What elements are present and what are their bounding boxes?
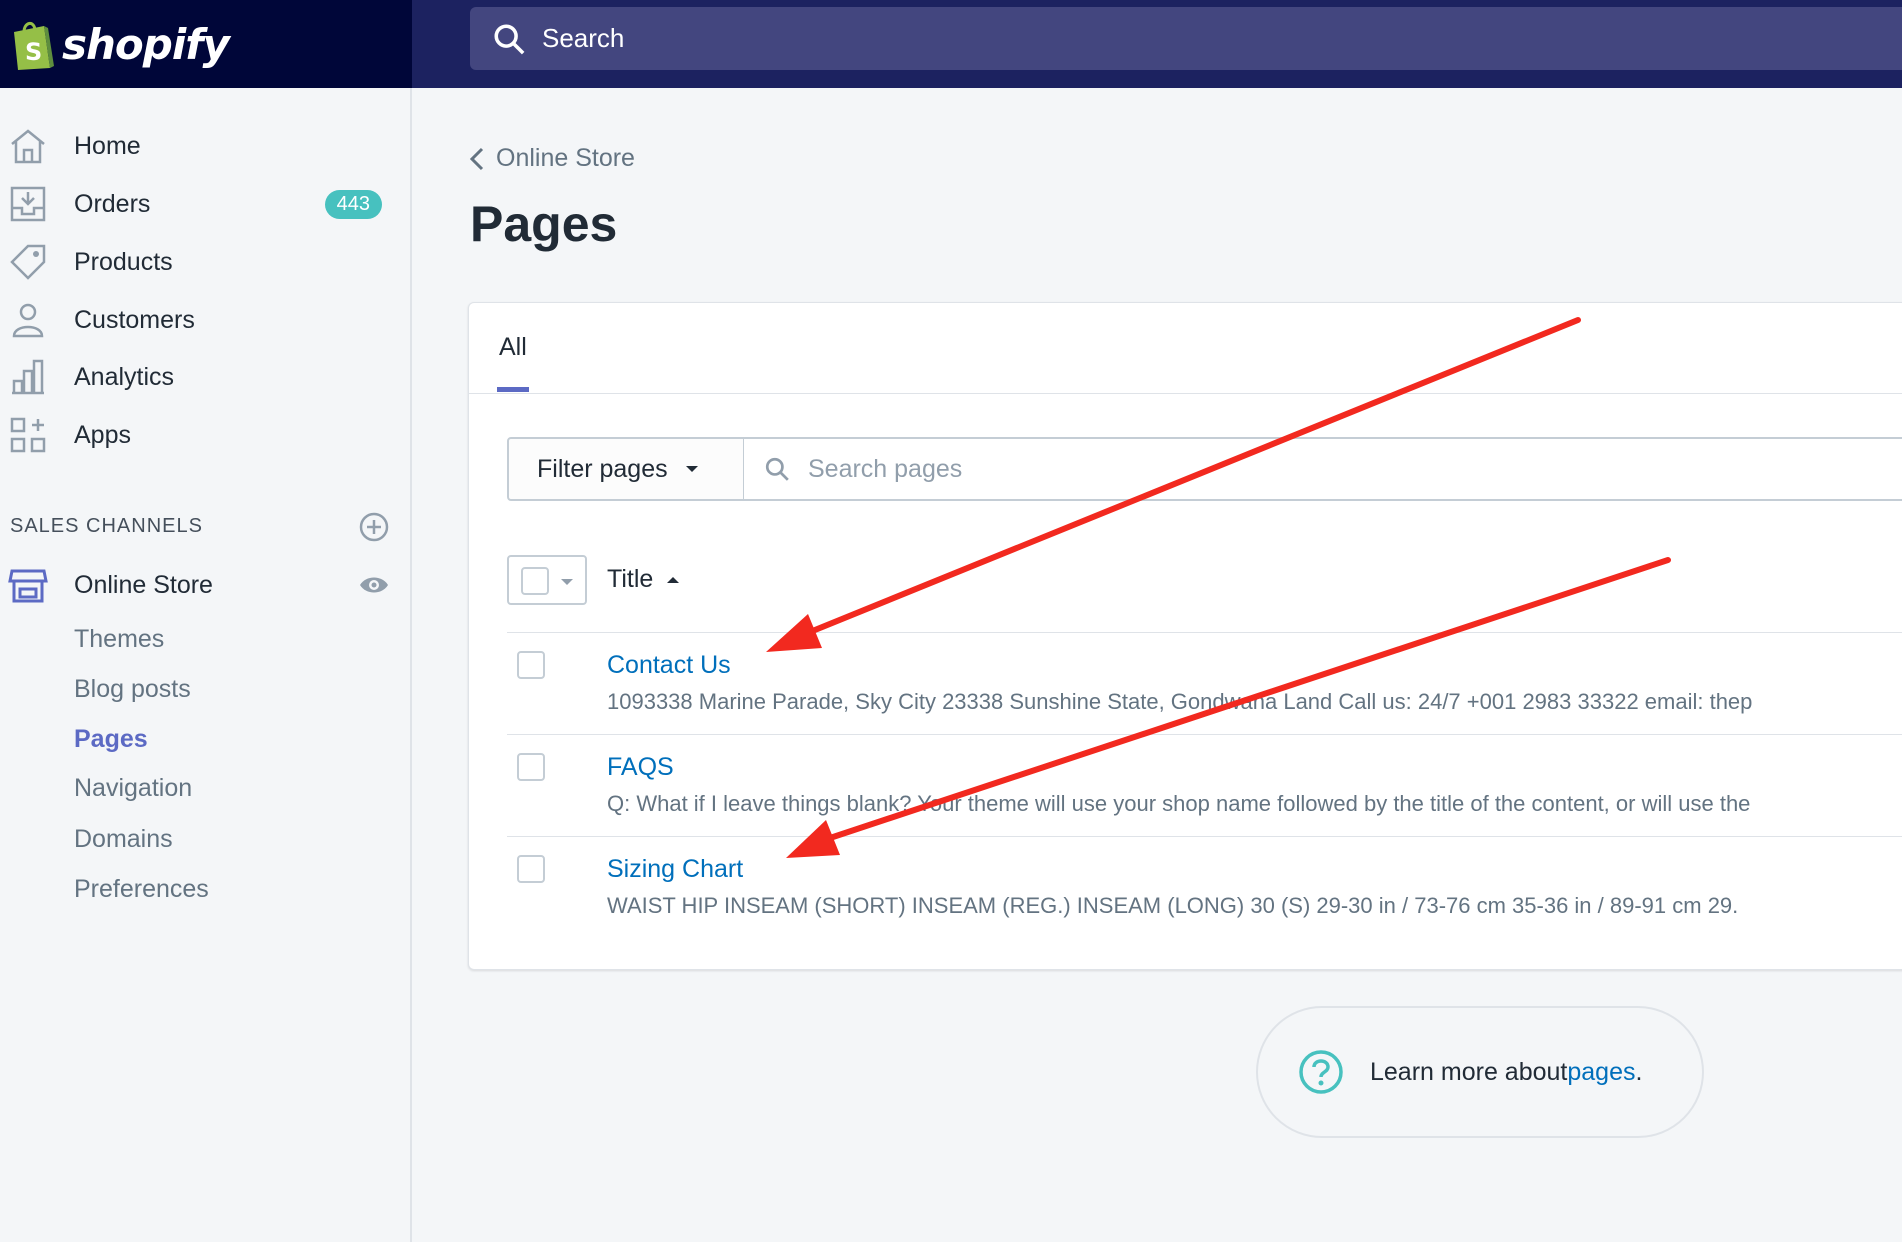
help-question-icon (1299, 1050, 1343, 1094)
sidebar-item-label: Customers (74, 305, 195, 334)
caret-up-icon (667, 576, 680, 583)
caret-down-icon (561, 579, 573, 585)
sort-by-title-header[interactable]: Title (607, 565, 681, 594)
sales-channels-heading: SALES CHANNELS (10, 512, 389, 541)
sidebar-item-label: Analytics (74, 362, 175, 391)
brand-wordmark: shopify (62, 19, 230, 69)
table-row[interactable]: FAQS Q: What if I leave things blank? Yo… (507, 735, 1902, 835)
sidebar-subitem-preferences[interactable]: Preferences (74, 875, 209, 904)
sidebar-item-apps[interactable]: Apps (0, 410, 390, 460)
search-icon (765, 457, 789, 481)
bulk-select-checkbox[interactable] (507, 555, 587, 605)
sidebar-item-label: Apps (74, 420, 131, 449)
tabs-divider (469, 393, 1902, 394)
sidebar-item-label: Products (74, 247, 173, 276)
top-bar: S shopify Search (0, 0, 1902, 88)
tab-active-indicator (497, 387, 529, 392)
bar-chart-icon (12, 359, 44, 395)
sidebar-item-orders[interactable]: Orders 443 (0, 179, 390, 229)
breadcrumb-label: Online Store (496, 144, 635, 172)
sidebar-item-products[interactable]: Products (0, 237, 390, 287)
learn-more-text: Learn more about (1370, 1057, 1568, 1086)
filter-pages-label: Filter pages (537, 454, 668, 483)
shopify-logo[interactable]: S shopify (0, 0, 412, 88)
table-row[interactable]: Sizing Chart WAIST HIP INSEAM (SHORT) IN… (507, 837, 1902, 937)
page-title-link[interactable]: Contact Us (607, 651, 731, 680)
page-title: Pages (470, 196, 618, 252)
learn-more-callout: Learn more about pages. (1256, 1006, 1704, 1138)
search-icon (494, 23, 525, 54)
breadcrumb-online-store[interactable]: Online Store (468, 144, 635, 173)
table-row[interactable]: Contact Us 1093338 Marine Parade, Sky Ci… (507, 633, 1902, 733)
page-snippet: WAIST HIP INSEAM (SHORT) INSEAM (REG.) I… (607, 893, 1739, 918)
global-search-input[interactable]: Search (470, 7, 1902, 70)
shopify-bag-icon: S (14, 22, 54, 70)
sidebar-subitem-themes[interactable]: Themes (74, 625, 164, 654)
sidebar-item-home[interactable]: Home (0, 121, 390, 171)
column-title-label: Title (607, 565, 654, 593)
sidebar-item-label: Orders (74, 189, 151, 218)
learn-more-suffix: . (1635, 1057, 1643, 1086)
search-placeholder: Search (542, 23, 625, 53)
page-title-link[interactable]: Sizing Chart (607, 855, 743, 884)
apps-grid-icon (10, 417, 46, 453)
filter-pages-button[interactable]: Filter pages (507, 437, 745, 501)
search-pages-input[interactable]: Search pages (743, 437, 1902, 501)
storefront-icon (8, 569, 48, 603)
sidebar-item-online-store[interactable]: Online Store (0, 560, 390, 610)
sidebar-subitem-navigation[interactable]: Navigation (74, 774, 192, 803)
sidebar: Home Orders 443 Products Customers Analy… (0, 88, 412, 1242)
pages-card: All Filter pages Search pages Title Cont… (468, 302, 1902, 970)
row-checkbox[interactable] (517, 651, 545, 679)
chevron-left-icon (469, 147, 484, 170)
sales-channels-label: SALES CHANNELS (10, 515, 203, 537)
row-checkbox[interactable] (517, 753, 545, 781)
sidebar-item-customers[interactable]: Customers (0, 295, 390, 345)
page-title-link[interactable]: FAQS (607, 753, 674, 782)
row-checkbox[interactable] (517, 855, 545, 883)
sidebar-item-analytics[interactable]: Analytics (0, 352, 390, 402)
checkbox (521, 567, 549, 595)
pages-help-link[interactable]: pages (1567, 1058, 1635, 1087)
sidebar-subitem-domains[interactable]: Domains (74, 825, 173, 854)
home-icon (11, 129, 45, 164)
eye-icon[interactable] (358, 574, 390, 596)
page-snippet: Q: What if I leave things blank? Your th… (607, 791, 1751, 816)
sidebar-item-label: Online Store (74, 570, 213, 599)
search-pages-placeholder: Search pages (808, 454, 963, 483)
svg-text:S: S (25, 38, 42, 66)
sidebar-subitem-blog-posts[interactable]: Blog posts (74, 675, 191, 704)
person-icon (12, 303, 44, 338)
tab-all[interactable]: All (499, 333, 527, 362)
sidebar-subitem-pages[interactable]: Pages (74, 725, 148, 754)
orders-count-badge: 443 (324, 189, 382, 219)
orders-inbox-icon (10, 186, 46, 222)
add-circle-icon[interactable] (358, 511, 390, 543)
page-snippet: 1093338 Marine Parade, Sky City 23338 Su… (607, 689, 1753, 714)
sidebar-item-label: Home (74, 131, 141, 160)
caret-down-icon (685, 466, 698, 472)
tag-icon (10, 244, 46, 280)
